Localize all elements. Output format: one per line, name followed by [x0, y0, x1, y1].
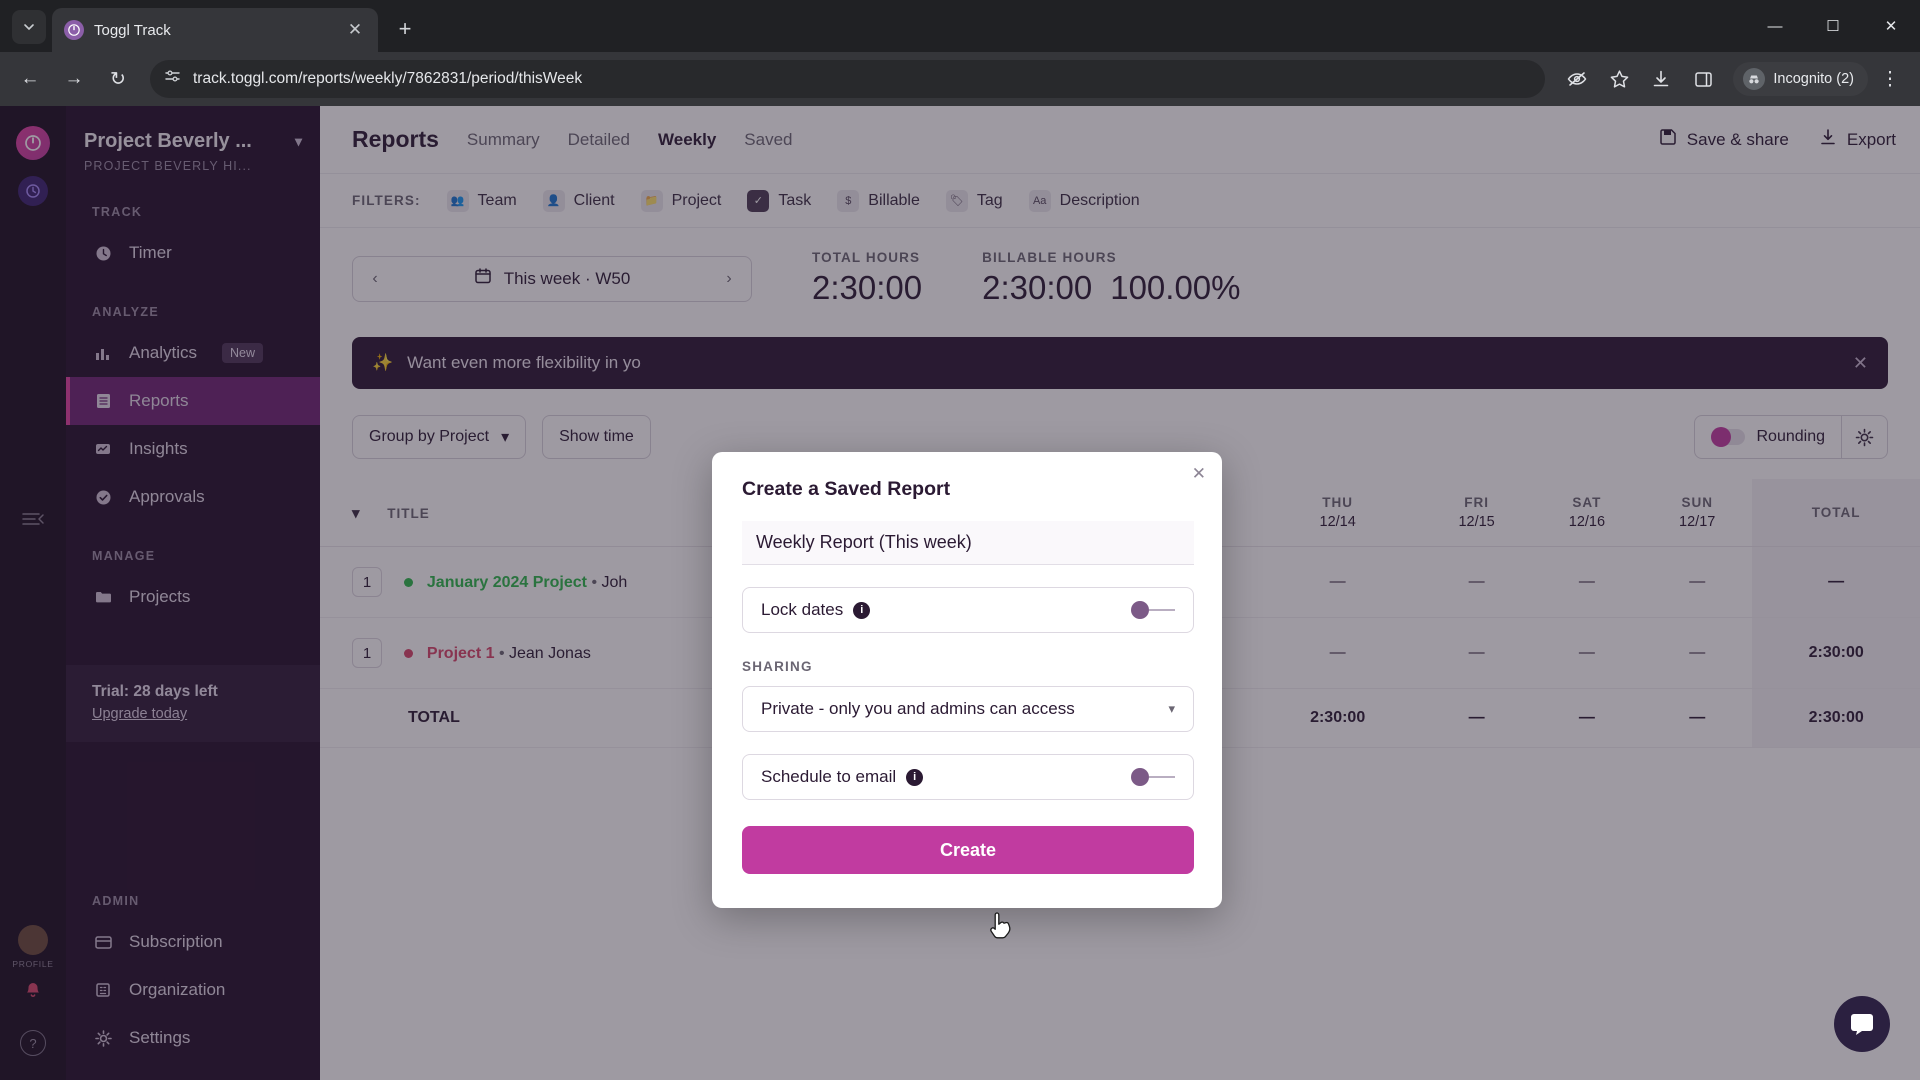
- lock-dates-label: Lock dates: [761, 600, 844, 619]
- site-settings-icon[interactable]: [164, 68, 181, 90]
- kebab-menu-icon[interactable]: ⋮: [1870, 59, 1910, 99]
- close-window-button[interactable]: ✕: [1862, 4, 1920, 48]
- tab-strip: Toggl Track ✕ + — ☐ ✕: [0, 0, 1920, 52]
- side-panel-icon[interactable]: [1683, 59, 1723, 99]
- sharing-select[interactable]: Private - only you and admins can access…: [742, 686, 1194, 732]
- toolbar-right: Incognito (2) ⋮: [1557, 59, 1910, 99]
- address-bar[interactable]: track.toggl.com/reports/weekly/7862831/p…: [150, 60, 1546, 98]
- info-icon[interactable]: i: [906, 768, 924, 786]
- star-icon[interactable]: [1599, 59, 1639, 99]
- sharing-section-label: SHARING: [742, 659, 813, 674]
- sharing-value: Private - only you and admins can access: [761, 699, 1075, 718]
- close-icon[interactable]: ✕: [344, 19, 366, 41]
- info-icon[interactable]: i: [853, 601, 871, 619]
- eye-off-icon[interactable]: [1557, 59, 1597, 99]
- lock-dates-toggle[interactable]: [1131, 601, 1175, 619]
- schedule-email-row[interactable]: Schedule to email i: [742, 754, 1194, 800]
- minimize-button[interactable]: —: [1746, 4, 1804, 48]
- browser-toolbar: ← → ↻ track.toggl.com/reports/weekly/786…: [0, 52, 1920, 106]
- arrow-right-icon[interactable]: →: [54, 59, 94, 99]
- chevron-down-icon: ▾: [1168, 701, 1175, 716]
- create-button[interactable]: Create: [742, 826, 1194, 874]
- web-page: PROFILE ? Project Beverly ... ▾ PROJECT …: [0, 106, 1920, 1080]
- download-icon[interactable]: [1641, 59, 1681, 99]
- intercom-launcher[interactable]: [1834, 996, 1890, 1052]
- tab-search-button[interactable]: [12, 10, 46, 44]
- incognito-indicator[interactable]: Incognito (2): [1733, 62, 1868, 96]
- incognito-avatar-icon: [1743, 68, 1766, 90]
- window-controls: — ☐ ✕: [1746, 4, 1920, 48]
- arrow-left-icon[interactable]: ←: [10, 59, 50, 99]
- toggl-power-icon: [64, 20, 84, 40]
- lock-dates-row[interactable]: Lock dates i: [742, 587, 1194, 633]
- url-text: track.toggl.com/reports/weekly/7862831/p…: [193, 70, 583, 87]
- new-tab-button[interactable]: +: [388, 12, 422, 46]
- tab-title: Toggl Track: [94, 21, 171, 39]
- dialog-title: Create a Saved Report: [742, 478, 951, 500]
- browser-tab[interactable]: Toggl Track ✕: [52, 8, 378, 52]
- close-icon[interactable]: ✕: [1192, 464, 1206, 484]
- schedule-email-toggle[interactable]: [1131, 768, 1175, 786]
- browser-window: Toggl Track ✕ + — ☐ ✕ ← → ↻ track.toggl.…: [0, 0, 1920, 1080]
- maximize-button[interactable]: ☐: [1804, 4, 1862, 48]
- reload-icon[interactable]: ↻: [98, 59, 138, 99]
- chat-icon: [1851, 1014, 1873, 1035]
- incognito-label: Incognito (2): [1773, 71, 1854, 87]
- create-saved-report-dialog: ✕ Create a Saved Report Lock dates i SHA…: [712, 452, 1222, 908]
- schedule-email-label: Schedule to email: [761, 767, 897, 786]
- report-name-input[interactable]: [742, 521, 1194, 565]
